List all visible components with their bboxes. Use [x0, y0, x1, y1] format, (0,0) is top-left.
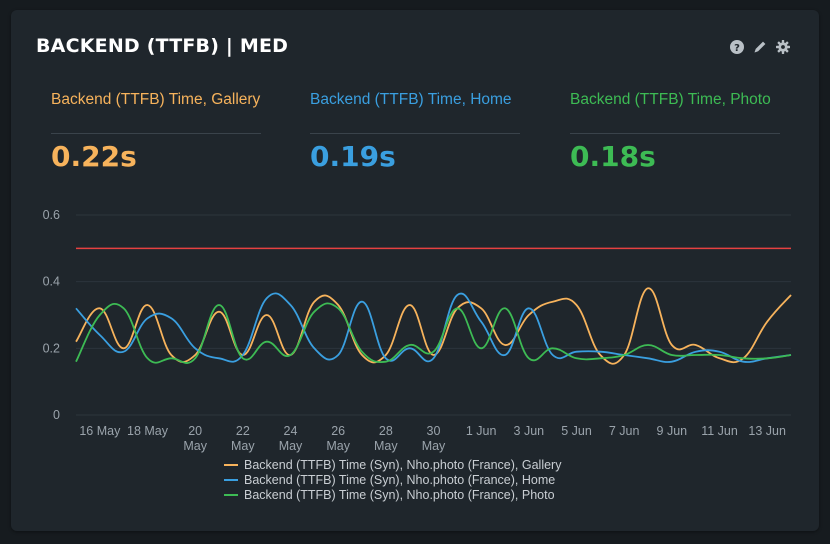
legend-label-gallery: Backend (TTFB) Time (Syn), Nho.photo (Fr… [244, 457, 562, 472]
x-tick-label: 16 May [79, 424, 121, 438]
x-tick-label: 20 May [183, 424, 207, 453]
y-tick-label: 0.2 [43, 341, 60, 355]
y-tick-label: 0 [53, 408, 60, 422]
x-tick-label: 7 Jun [609, 424, 640, 438]
x-tick-label: 28 May [374, 424, 398, 453]
x-tick-label: 18 May [127, 424, 169, 438]
legend-swatch-gallery [224, 463, 238, 466]
x-tick-label: 3 Jun [514, 424, 545, 438]
legend-label-photo: Backend (TTFB) Time (Syn), Nho.photo (Fr… [244, 487, 555, 502]
y-tick-label: 0.6 [43, 208, 60, 222]
chart-panel: BACKEND (TTFB) | MED ? Backend (TTFB) Ti… [11, 10, 819, 531]
x-tick-label: 24 May [279, 424, 303, 453]
x-tick-label: 5 Jun [561, 424, 592, 438]
legend-item-photo[interactable]: Backend (TTFB) Time (Syn), Nho.photo (Fr… [224, 487, 561, 502]
x-tick-label: 22 May [231, 424, 255, 453]
x-tick-label: 9 Jun [657, 424, 688, 438]
x-tick-label: 13 Jun [748, 424, 786, 438]
y-tick-label: 0.4 [43, 275, 60, 289]
x-tick-label: 30 May [422, 424, 446, 453]
chart-legend: Backend (TTFB) Time (Syn), Nho.photo (Fr… [224, 457, 561, 502]
legend-item-home[interactable]: Backend (TTFB) Time (Syn), Nho.photo (Fr… [224, 472, 561, 487]
x-tick-label: 11 Jun [701, 424, 738, 438]
line-chart: 0 0.2 0.4 0.6 16 May 18 May 20 May 22 May 24 May 26 M… [43, 208, 792, 453]
x-tick-label: 26 May [326, 424, 350, 453]
legend-swatch-photo [224, 493, 238, 496]
legend-item-gallery[interactable]: Backend (TTFB) Time (Syn), Nho.photo (Fr… [224, 457, 561, 472]
x-tick-label: 1 Jun [466, 424, 497, 438]
legend-label-home: Backend (TTFB) Time (Syn), Nho.photo (Fr… [244, 472, 556, 487]
legend-swatch-home [224, 478, 238, 481]
